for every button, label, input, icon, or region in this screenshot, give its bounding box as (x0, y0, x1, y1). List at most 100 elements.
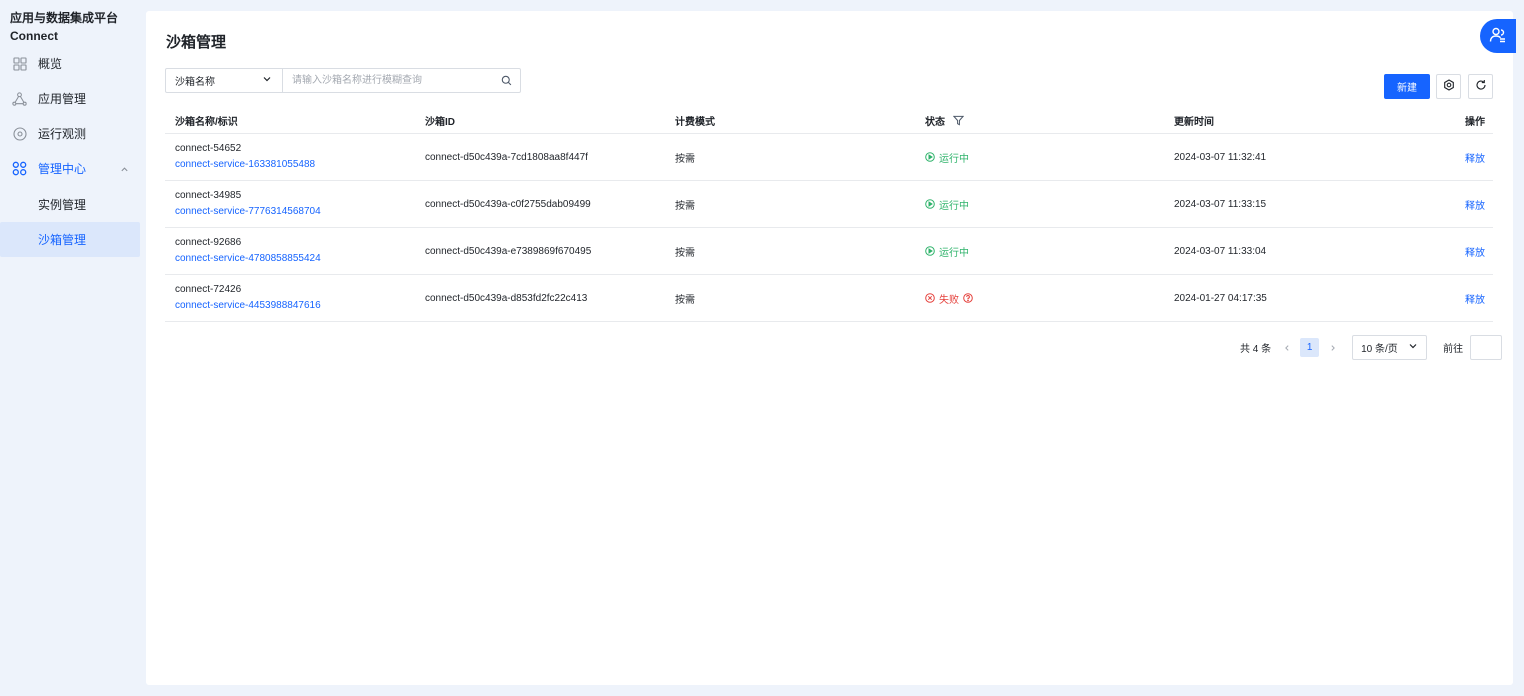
users-icon (1489, 26, 1507, 47)
error-icon (925, 293, 935, 303)
header-status: 状态 (925, 113, 964, 128)
sandbox-name: connect-72426 (175, 284, 242, 295)
sandbox-id: connect-d50c439a-d853fd2fc22c413 (425, 292, 588, 304)
refresh-icon (1475, 79, 1487, 94)
new-sandbox-button[interactable]: 新建 (1384, 74, 1430, 99)
brand: 应用与数据集成平台 Connect (10, 10, 118, 44)
page-size-label: 10 条/页 (1361, 344, 1398, 355)
brand-title: 应用与数据集成平台 (10, 11, 119, 25)
release-button[interactable]: 释放 (1465, 244, 1485, 259)
sidebar-item-label: 实例管理 (38, 198, 87, 212)
sidebar-item-mgmt-center[interactable]: 管理中心 (0, 151, 140, 186)
billing-mode: 按需 (675, 294, 695, 306)
release-button[interactable]: 释放 (1465, 197, 1485, 212)
help-icon[interactable] (963, 293, 973, 303)
status-badge: 运行中 (925, 150, 969, 165)
sidebar-item-app-mgmt[interactable]: 应用管理 (0, 81, 140, 116)
status-text: 运行中 (939, 200, 969, 212)
search-field-select[interactable]: 沙箱名称 (166, 69, 283, 92)
sandbox-tag-link[interactable]: connect-service-4780858855424 (175, 252, 321, 266)
sidebar-item-label: 运行观测 (38, 127, 87, 141)
release-button[interactable]: 释放 (1465, 150, 1485, 165)
sandbox-id: connect-d50c439a-7cd1808aa8f447f (425, 151, 588, 163)
table-row: connect-54652 connect-service-1633810554… (165, 134, 1493, 181)
release-button[interactable]: 释放 (1465, 291, 1485, 306)
header-status-label: 状态 (925, 117, 945, 128)
sandbox-id: connect-d50c439a-e7389869f670495 (425, 245, 592, 257)
cell-name: connect-34985 connect-service-7776314568… (175, 189, 321, 219)
header-billing: 计费模式 (675, 117, 715, 128)
sandbox-tag-link[interactable]: connect-service-163381055488 (175, 158, 315, 172)
page-size-select[interactable]: 10 条/页 (1352, 335, 1428, 360)
goto-label: 前往 (1443, 344, 1464, 355)
sandbox-name: connect-92686 (175, 237, 242, 248)
page-title: 沙箱管理 (166, 34, 227, 51)
user-group-button[interactable] (1480, 19, 1516, 53)
status-badge: 失败 (925, 291, 973, 306)
table-row: connect-34985 connect-service-7776314568… (165, 181, 1493, 228)
header-name: 沙箱名称/标识 (175, 117, 238, 128)
header-updated: 更新时间 (1174, 117, 1214, 128)
updated-time: 2024-01-27 04:17:35 (1174, 292, 1267, 304)
status-badge: 运行中 (925, 197, 969, 212)
sidebar-item-label: 概览 (38, 57, 63, 71)
running-icon (925, 152, 935, 162)
sidebar-item-label: 管理中心 (38, 162, 87, 176)
updated-time: 2024-03-07 11:33:15 (1174, 198, 1267, 210)
brand-subtitle: Connect (10, 29, 58, 43)
chevron-down-icon (1408, 341, 1418, 354)
main-panel: 沙箱管理 沙箱名称 新建 沙箱名称/标识 沙箱ID (146, 11, 1513, 685)
search-field-label: 沙箱名称 (175, 77, 215, 88)
sidebar-item-label: 应用管理 (38, 92, 87, 106)
sandbox-tag-link[interactable]: connect-service-7776314568704 (175, 205, 321, 219)
status-text: 运行中 (939, 153, 969, 165)
sandbox-name: connect-54652 (175, 143, 242, 154)
sandbox-table: 沙箱名称/标识 沙箱ID 计费模式 状态 更新时间 操作 connect-546… (165, 108, 1493, 322)
cell-name: connect-72426 connect-service-4453988847… (175, 283, 321, 313)
sidebar: 应用与数据集成平台 Connect 概览 应用管理 运行观测 管理中心 实例管理… (0, 0, 146, 696)
apps-icon (12, 161, 27, 176)
updated-time: 2024-03-07 11:33:04 (1174, 245, 1267, 257)
refresh-button[interactable] (1468, 74, 1493, 99)
sidebar-item-observe[interactable]: 运行观测 (0, 116, 140, 151)
running-icon (925, 246, 935, 256)
gear-icon (1443, 79, 1455, 94)
monitor-icon (12, 126, 27, 141)
status-text: 运行中 (939, 247, 969, 259)
sandbox-tag-link[interactable]: connect-service-4453988847616 (175, 299, 321, 313)
header-action: 操作 (1465, 117, 1485, 128)
sidebar-item-overview[interactable]: 概览 (0, 46, 140, 81)
app-network-icon (12, 91, 27, 106)
sidebar-item-label: 沙箱管理 (38, 233, 87, 247)
total-count: 共 4 条 (1240, 344, 1272, 355)
sidebar-item-instance-mgmt[interactable]: 实例管理 (0, 187, 140, 222)
table-row: connect-72426 connect-service-4453988847… (165, 275, 1493, 322)
next-page-button[interactable] (1323, 338, 1342, 357)
settings-button[interactable] (1436, 74, 1461, 99)
billing-mode: 按需 (675, 247, 695, 259)
goto-page-input[interactable] (1470, 335, 1503, 360)
status-badge: 运行中 (925, 244, 969, 259)
sidebar-item-sandbox-mgmt[interactable]: 沙箱管理 (0, 222, 140, 257)
table-header: 沙箱名称/标识 沙箱ID 计费模式 状态 更新时间 操作 (165, 108, 1493, 134)
cell-name: connect-54652 connect-service-1633810554… (175, 142, 315, 172)
chevron-up-icon (120, 163, 129, 177)
prev-page-button[interactable] (1277, 338, 1296, 357)
chevron-down-icon (262, 74, 272, 87)
pagination: 共 4 条 1 10 条/页 前往 (1240, 335, 1503, 360)
search-icon[interactable] (492, 75, 520, 86)
table-row: connect-92686 connect-service-4780858855… (165, 228, 1493, 275)
status-text: 失败 (939, 294, 959, 306)
filter-icon[interactable] (953, 115, 964, 126)
updated-time: 2024-03-07 11:32:41 (1174, 151, 1267, 163)
page-number-button[interactable]: 1 (1300, 338, 1320, 357)
search-bar: 沙箱名称 (165, 68, 521, 93)
running-icon (925, 199, 935, 209)
cell-name: connect-92686 connect-service-4780858855… (175, 236, 321, 266)
search-input[interactable] (283, 69, 492, 92)
sandbox-id: connect-d50c439a-c0f2755dab09499 (425, 198, 591, 210)
billing-mode: 按需 (675, 153, 695, 165)
grid-icon (12, 56, 27, 71)
sandbox-name: connect-34985 (175, 190, 242, 201)
header-id: 沙箱ID (425, 117, 455, 128)
